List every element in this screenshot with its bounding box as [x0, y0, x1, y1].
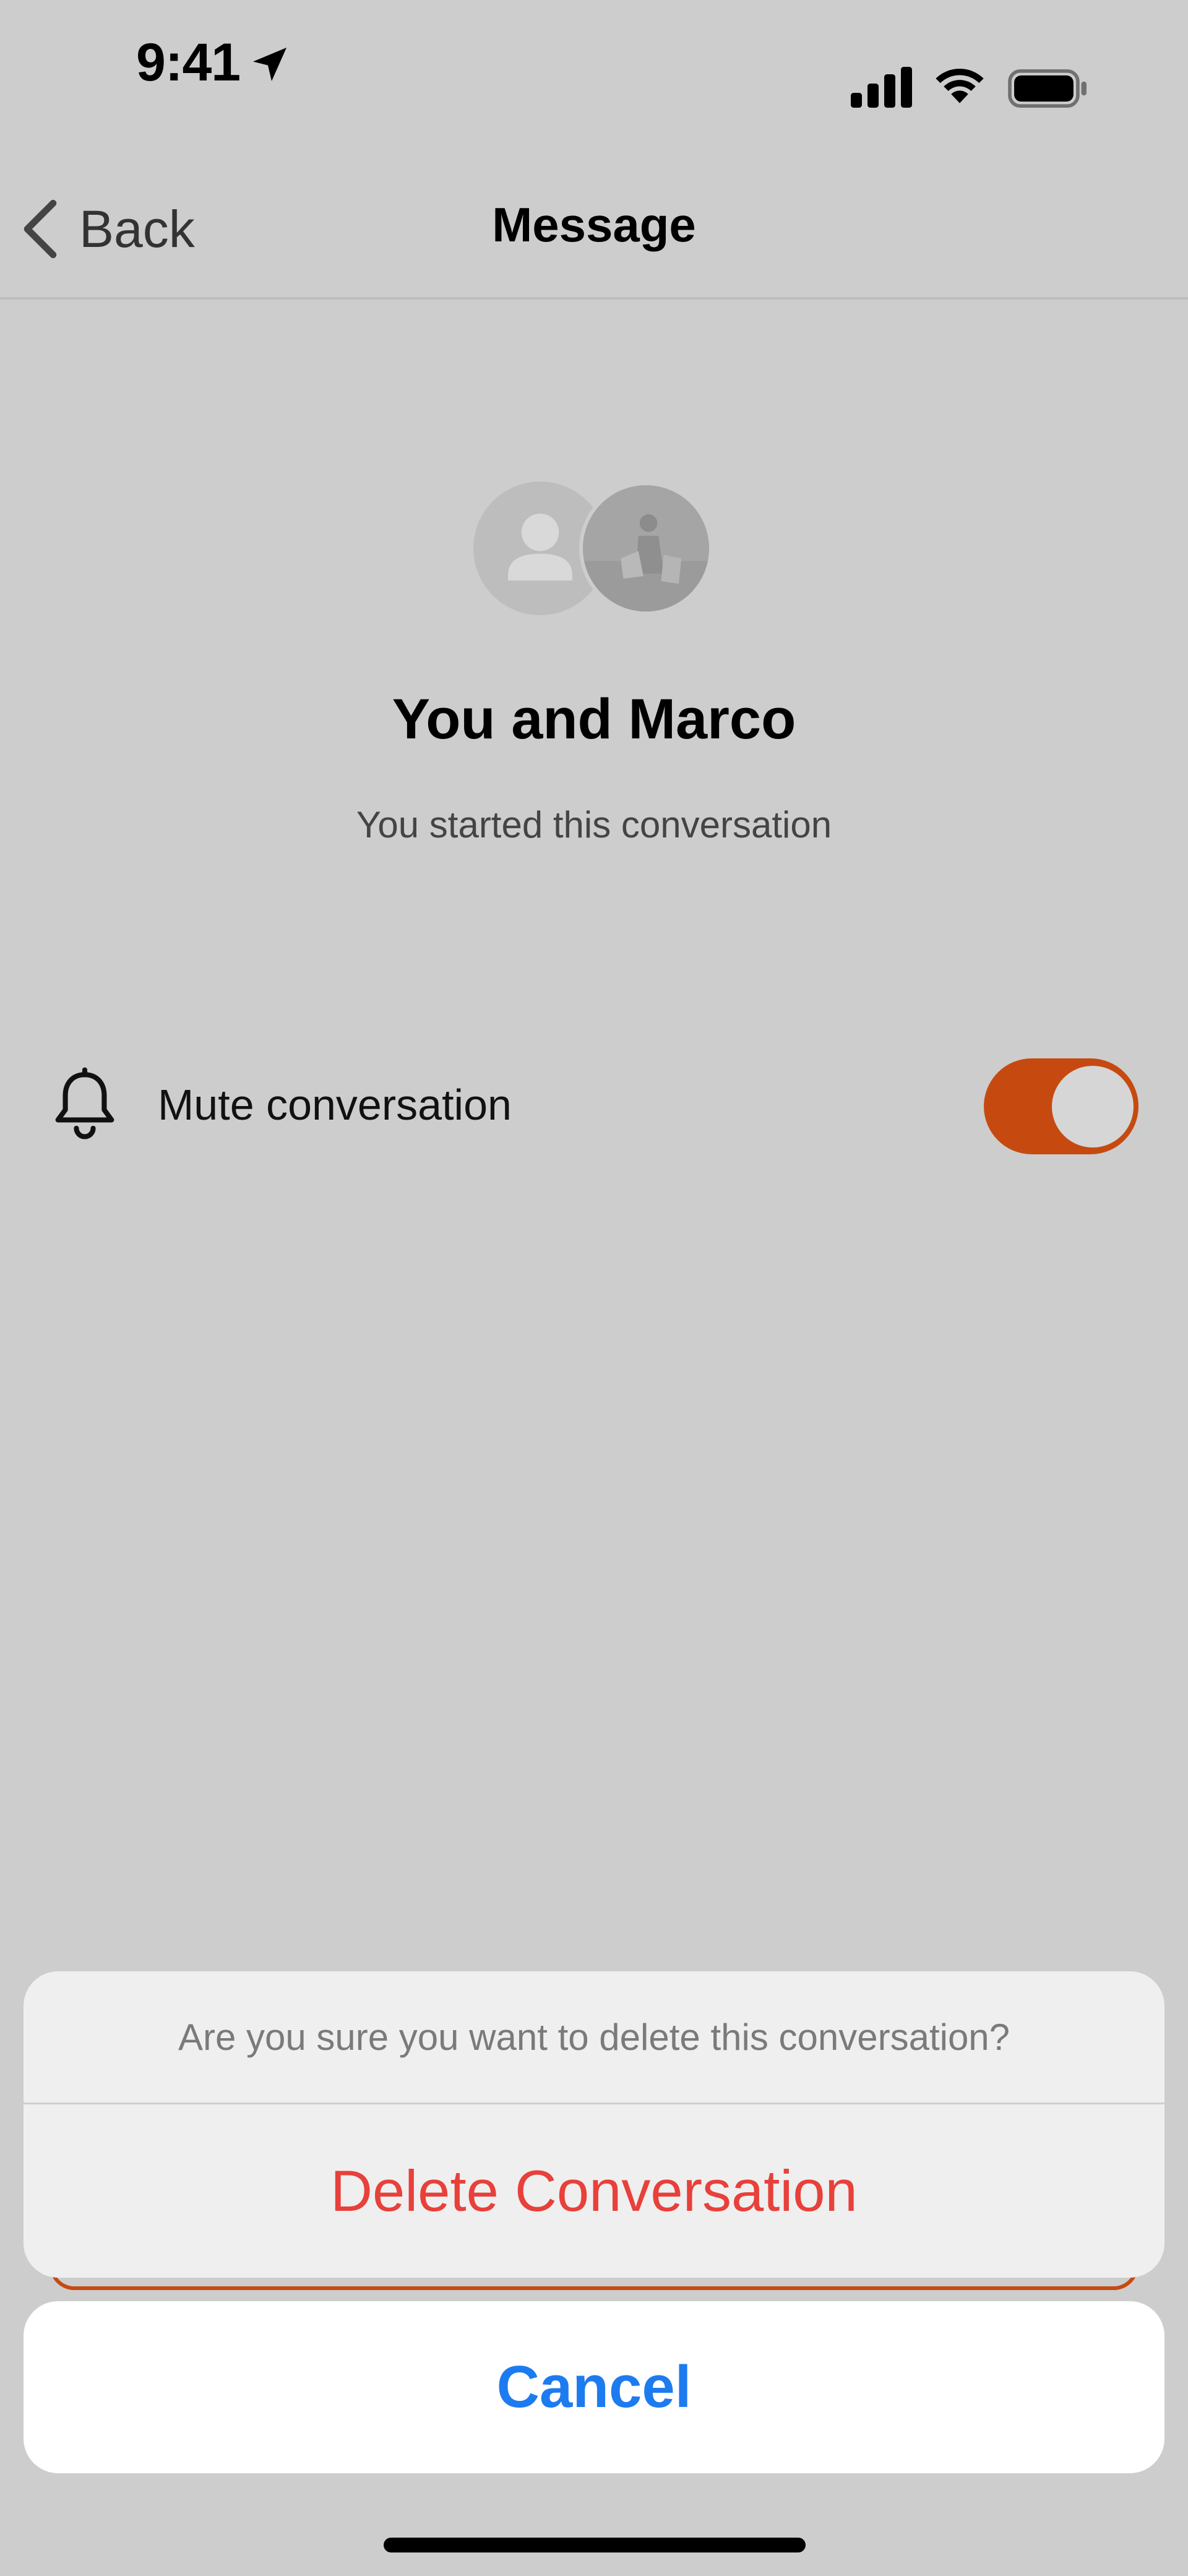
- mute-conversation-label: Mute conversation: [158, 1081, 512, 1129]
- location-arrow-icon: [253, 48, 286, 81]
- page-title: Message: [492, 197, 696, 252]
- home-indicator: [384, 2538, 806, 2552]
- cancel-button[interactable]: Cancel: [24, 2301, 1164, 2473]
- bell-icon: [55, 1067, 114, 1139]
- toggle-knob: [1052, 1066, 1134, 1148]
- action-sheet: Are you sure you want to delete this con…: [24, 1971, 1164, 2278]
- wifi-icon: [936, 69, 984, 103]
- conversation-subtitle: You started this conversation: [356, 804, 832, 845]
- battery-icon: [1008, 69, 1087, 108]
- cellular-signal-icon: [851, 67, 912, 108]
- status-time: 9:41: [136, 33, 241, 92]
- conversation-title: You and Marco: [392, 688, 796, 751]
- avatar-marco: [579, 482, 713, 615]
- delete-conversation-button[interactable]: Delete Conversation: [24, 2104, 1164, 2278]
- action-sheet-message: Are you sure you want to delete this con…: [24, 1971, 1164, 2104]
- profile-photo: [583, 485, 709, 612]
